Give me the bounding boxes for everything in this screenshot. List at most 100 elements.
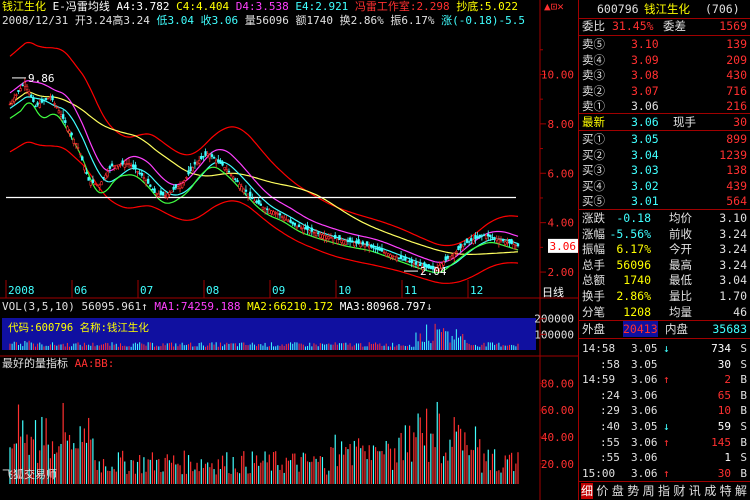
candle-body [302,228,305,233]
stock-name: 钱江生化 [2,0,46,13]
main-chart[interactable]: 2.00 4.00 6.00 8.00 10.00 3.06 9.86 2.04 2008 0… [0,0,578,500]
candle-body [72,138,75,144]
candle-body [317,232,320,234]
panel-tab[interactable]: 价 [596,483,608,499]
tick-price: 3.06 [631,388,658,402]
sell-label: 卖③ [582,68,605,83]
bar-change: 涨(-0.18)-5.5 [441,14,525,27]
price-tick-label: 4.00 [548,217,575,230]
price-tick-label: 10.00 [541,68,574,81]
candle-body [87,177,90,181]
candle-body [64,120,67,123]
bar-high: 高3.24 [112,14,150,27]
panel-tab[interactable]: 周 [643,483,655,499]
sell-label: 卖⑤ [582,37,605,51]
buy-row[interactable]: 买④ 3.02 439 [579,178,750,194]
panel-tab[interactable]: 细 [581,483,594,499]
candle-body [467,241,471,243]
candle-body [83,166,86,171]
candle-body [353,242,356,247]
date-tick-label: 06 [74,284,87,297]
sell-row[interactable]: 卖① 3.06 216 [579,98,750,114]
buy-row[interactable]: 买① 3.05 899 [579,131,750,147]
sell-price: 3.09 [631,52,659,67]
low-annotation: 2.04 [420,265,447,278]
panel-tab[interactable]: 讯 [689,483,701,499]
candle-body [382,251,386,254]
panel-tab[interactable]: 解 [735,483,747,499]
vol-arrow-icon: ↑ [141,300,148,313]
sell-row[interactable]: 卖⑤ 3.10 139 [579,36,750,52]
panel-tab[interactable]: 成 [704,483,716,499]
buy-row[interactable]: 买② 3.04 1239 [579,147,750,163]
weibi-value: 31.45% [612,19,654,33]
candle-body [38,103,41,108]
ma2-value: MA2:66210.172 [247,300,334,313]
date-tick-label: 2008 [8,284,35,297]
buy-row[interactable]: 买③ 3.03 138 [579,162,750,178]
panel-tab[interactable]: 盘 [612,483,624,499]
panel-tab[interactable]: 势 [627,483,639,499]
buy-label: 买④ [582,178,605,193]
latest-label: 最新 [582,115,605,129]
stat-row: 振幅 6.17% 今开 3.24 [579,241,750,257]
sell-row[interactable]: 卖③ 3.08 430 [579,67,750,83]
candle-body [170,190,173,193]
stat-value-2: 1.70 [719,289,747,303]
bottom-indicator-title[interactable]: 最好的量指标 [2,357,68,370]
candle-body [98,184,101,188]
indicator-name[interactable]: E-冯雷均线 [53,0,110,13]
tick-time: :40 [600,420,620,433]
panel-code: 600796 [597,2,639,16]
candle-body [236,180,239,183]
stat-value: 1208 [623,304,651,319]
candle-body [13,97,16,102]
sell-row[interactable]: 卖② 3.07 716 [579,83,750,99]
date-tick-label: 08 [206,284,219,297]
candle-body [138,172,141,175]
stat-row: 涨跌 -0.18 均价 3.10 [579,210,750,226]
tick-volume: 65 [717,388,731,402]
candle-body [448,256,452,261]
stat-value: 6.17% [616,242,651,257]
candle-body [176,186,180,190]
candle-body [363,244,367,248]
candle-body [155,193,158,195]
sell-row[interactable]: 卖④ 3.09 209 [579,52,750,68]
candle-body [149,184,152,187]
candle-body [32,97,35,102]
buy-row[interactable]: 买⑤ 3.01 564 [579,193,750,209]
panel-tab[interactable]: 财 [673,483,685,499]
candle-body [406,260,409,263]
tick-price: 3.05 [631,342,658,355]
candle-body [342,240,345,245]
trade-tick-row: :55 3.06 ↑ 145 B [579,435,750,450]
candle-body [376,247,379,250]
candle-body [338,235,341,241]
candle-body [227,170,231,173]
period-label[interactable]: 日线 [542,286,564,300]
panel-tab[interactable]: 特 [720,483,732,499]
candle-body [78,153,82,155]
date-tick-label: 12 [470,284,483,297]
xianshou-label: 现手 [673,115,696,129]
panel-tab[interactable]: 指 [658,483,670,499]
candle-body [501,239,505,242]
candle-body [412,263,416,266]
candle-body [119,164,122,166]
waipan-value: 20413 [623,321,658,337]
candle-body [504,241,507,245]
stat-label-2: 均价 [669,211,692,225]
candle-body [91,179,95,183]
candle-body [180,183,184,188]
close-icon[interactable]: ✕ [557,0,564,13]
candle-body [359,243,362,248]
candle-body [55,106,58,109]
scroll-up-icon[interactable]: ▲ [544,0,551,13]
candle-body [461,245,464,251]
candle-body [185,177,188,179]
stat-row: 总手 56096 最高 3.24 [579,257,750,273]
tick-side: B [740,388,747,402]
candle-body [325,235,328,239]
candle-body [115,164,118,170]
